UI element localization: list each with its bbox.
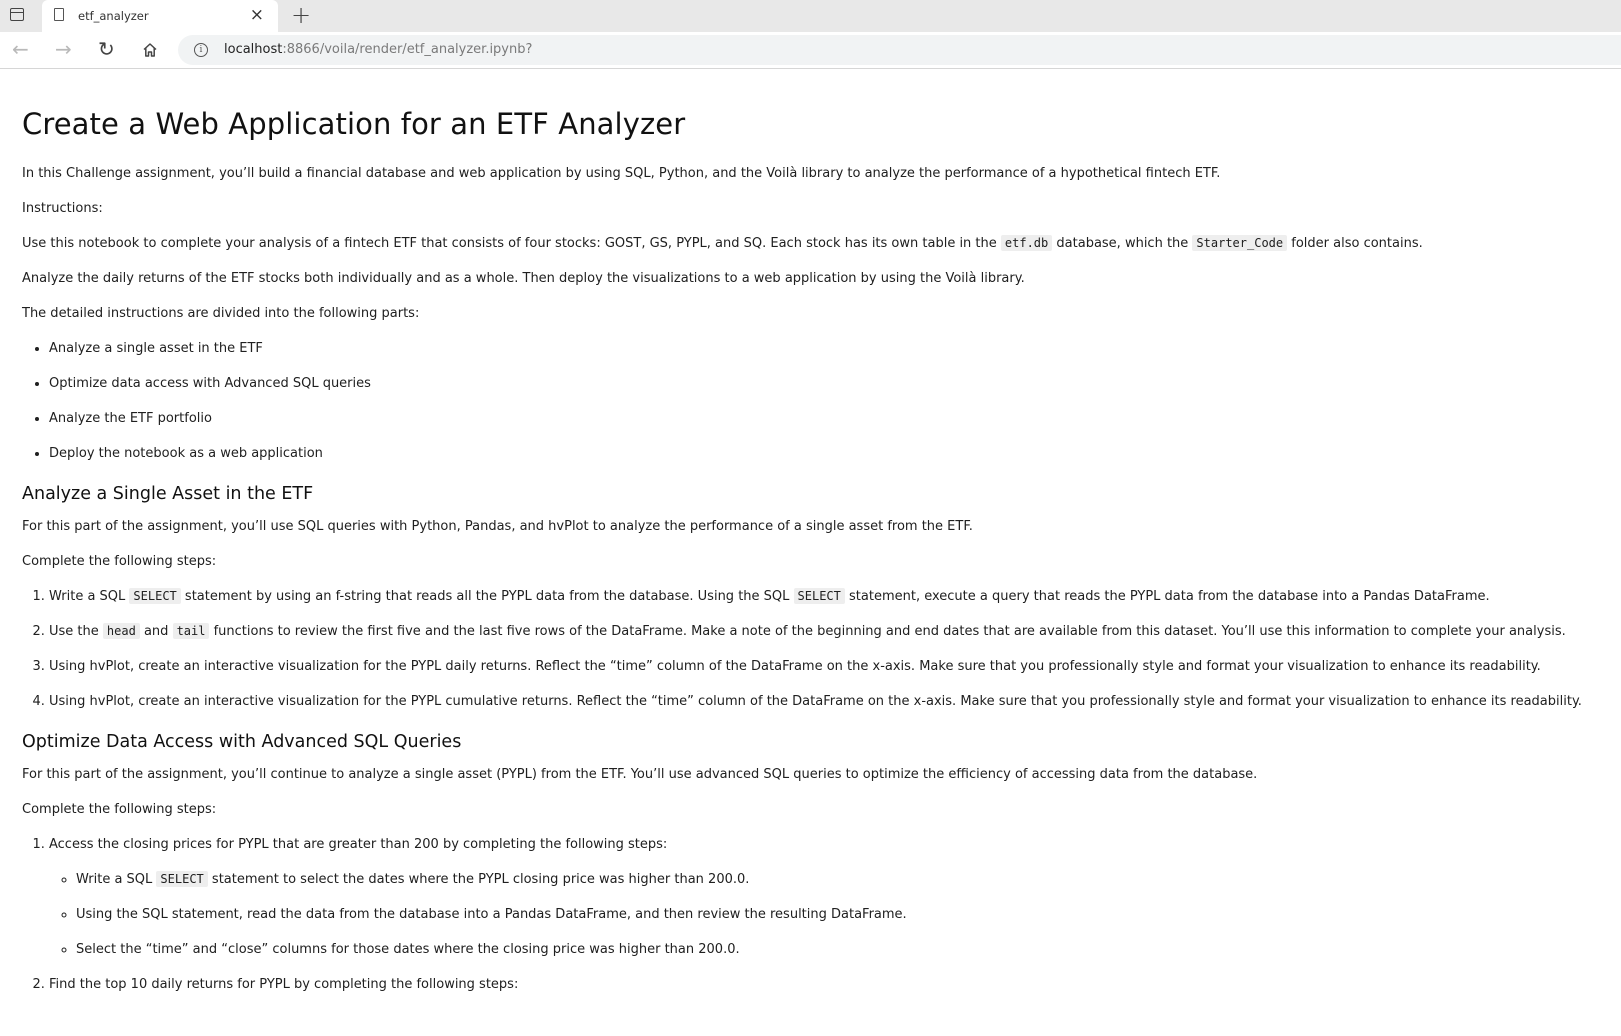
- list-item: Find the top 10 daily returns for PYPL b…: [49, 976, 1599, 993]
- reload-button[interactable]: ↻: [98, 38, 115, 60]
- sub-list: Write a SQL SELECT statement to select t…: [49, 871, 1599, 958]
- url-host: localhost: [224, 42, 283, 57]
- section1-steps-label: Complete the following steps:: [22, 554, 217, 569]
- url-path: :8866/voila/render/etf_analyzer.ipynb?: [282, 42, 533, 57]
- section1-intro: For this part of the assignment, you’ll …: [22, 519, 973, 534]
- home-icon[interactable]: [142, 42, 158, 58]
- tab-title: etf_analyzer: [78, 9, 149, 23]
- file-icon: [54, 8, 64, 21]
- list-item: Access the closing prices for PYPL that …: [49, 836, 1599, 958]
- list-item: Using hvPlot, create an interactive visu…: [49, 693, 1599, 710]
- tab-bar: etf_analyzer × +: [0, 0, 1621, 32]
- instructions-label: Instructions:: [22, 201, 103, 216]
- list-item: Write a SQL SELECT statement to select t…: [76, 871, 1599, 888]
- list-item: Use the head and tail functions to revie…: [49, 623, 1599, 640]
- section2-intro: For this part of the assignment, you’ll …: [22, 767, 1258, 782]
- notebook-content: Create a Web Application for an ETF Anal…: [0, 69, 1621, 993]
- section2-steps: Access the closing prices for PYPL that …: [22, 836, 1599, 993]
- use-notebook-paragraph: Use this notebook to complete your analy…: [22, 235, 1423, 251]
- section-heading-advanced-sql: Optimize Data Access with Advanced SQL Q…: [22, 732, 462, 752]
- list-item: Write a SQL SELECT statement by using an…: [49, 588, 1599, 605]
- code-tail: tail: [172, 623, 210, 639]
- list-item: Using hvPlot, create an interactive visu…: [49, 658, 1599, 675]
- code-etf-db: etf.db: [1000, 235, 1053, 251]
- list-item: Using the SQL statement, read the data f…: [76, 906, 1599, 923]
- code-select: SELECT: [129, 588, 181, 604]
- section1-steps: Write a SQL SELECT statement by using an…: [22, 588, 1599, 710]
- parts-list: Analyze a single asset in the ETF Optimi…: [22, 340, 1599, 462]
- list-item: Analyze a single asset in the ETF: [49, 340, 1599, 357]
- list-item: Optimize data access with Advanced SQL q…: [49, 375, 1599, 392]
- url-bar[interactable]: i localhost:8866/voila/render/etf_analyz…: [178, 35, 1621, 65]
- address-toolbar: ← → ↻ i localhost:8866/voila/render/etf_…: [0, 32, 1621, 69]
- code-select: SELECT: [793, 588, 845, 604]
- code-starter-code: Starter_Code: [1192, 235, 1288, 251]
- code-select: SELECT: [156, 871, 208, 887]
- page-title: Create a Web Application for an ETF Anal…: [22, 107, 686, 141]
- list-item: Deploy the notebook as a web application: [49, 445, 1599, 462]
- list-item: Select the “time” and “close” columns fo…: [76, 941, 1599, 958]
- new-tab-button[interactable]: +: [291, 3, 311, 27]
- browser-tab[interactable]: etf_analyzer ×: [42, 0, 278, 32]
- analyze-paragraph: Analyze the daily returns of the ETF sto…: [22, 271, 1025, 286]
- info-icon[interactable]: i: [194, 43, 208, 57]
- parts-paragraph: The detailed instructions are divided in…: [22, 306, 420, 321]
- sidebar-toggle-icon[interactable]: [10, 8, 24, 21]
- url-text[interactable]: localhost:8866/voila/render/etf_analyzer…: [224, 42, 532, 57]
- code-head: head: [102, 623, 140, 639]
- back-button[interactable]: ←: [12, 38, 29, 60]
- intro-paragraph: In this Challenge assignment, you’ll bui…: [22, 166, 1221, 181]
- close-icon[interactable]: ×: [250, 6, 264, 24]
- section2-steps-label: Complete the following steps:: [22, 802, 217, 817]
- section-heading-single-asset: Analyze a Single Asset in the ETF: [22, 484, 314, 504]
- forward-button[interactable]: →: [55, 38, 72, 60]
- list-item: Analyze the ETF portfolio: [49, 410, 1599, 427]
